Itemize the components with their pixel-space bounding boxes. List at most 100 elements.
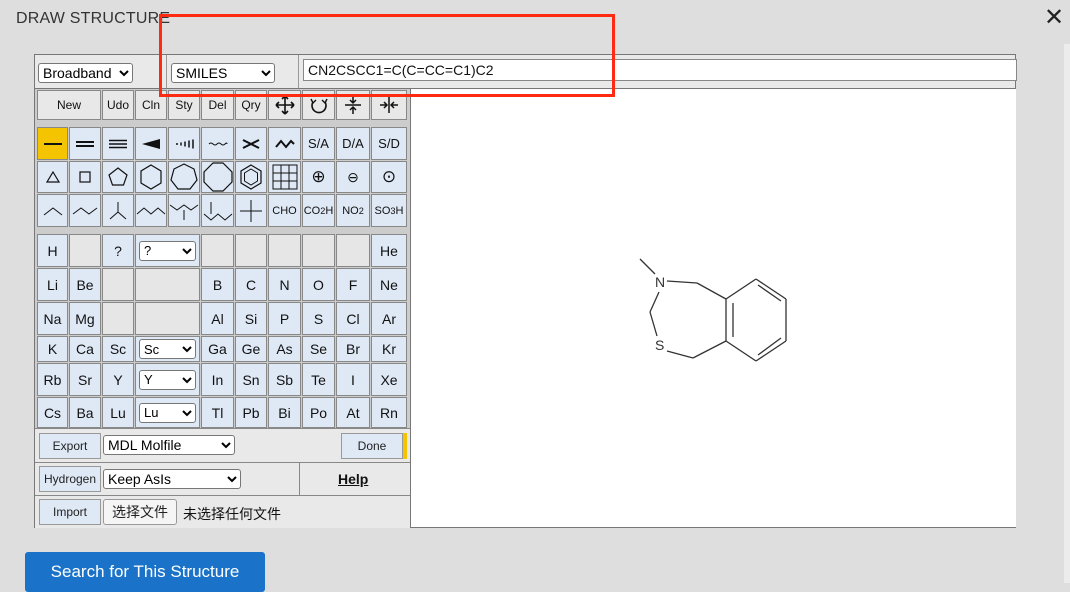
cho-button[interactable]: CHO	[268, 194, 301, 227]
element-ne[interactable]: Ne	[371, 268, 407, 301]
minus-charge-icon[interactable]: ⊖	[336, 161, 370, 193]
pentagon-ring-icon[interactable]	[102, 161, 134, 193]
flip-horizontal-icon[interactable]	[371, 90, 407, 120]
tri-branch-icon[interactable]	[102, 194, 134, 227]
element-lu[interactable]: Lu	[102, 397, 134, 428]
export-button[interactable]: Export	[39, 433, 101, 459]
element-bi[interactable]: Bi	[268, 397, 301, 428]
rotate-icon[interactable]	[302, 90, 335, 120]
element-p[interactable]: P	[268, 302, 301, 335]
element-n[interactable]: N	[268, 268, 301, 301]
element-li[interactable]: Li	[37, 268, 68, 301]
element-b[interactable]: B	[201, 268, 234, 301]
wedge-bond-icon[interactable]	[135, 127, 167, 160]
no2-button[interactable]: NO 2	[336, 194, 370, 227]
element-te[interactable]: Te	[302, 363, 335, 396]
element-ar[interactable]: Ar	[371, 302, 407, 335]
element-at[interactable]: At	[336, 397, 370, 428]
element-na[interactable]: Na	[37, 302, 68, 335]
double-bond-icon[interactable]	[69, 127, 101, 160]
triple-bond-icon[interactable]	[102, 127, 134, 160]
element-xe[interactable]: Xe	[371, 363, 407, 396]
element-sr[interactable]: Sr	[69, 363, 101, 396]
element-h[interactable]: H	[37, 234, 68, 267]
benzene-ring-icon[interactable]	[235, 161, 267, 193]
element-query-button[interactable]: ?	[102, 234, 134, 267]
chain-three-icon[interactable]	[69, 194, 101, 227]
element-ba[interactable]: Ba	[69, 397, 101, 428]
style-button[interactable]: Sty	[168, 90, 200, 120]
export-format-select[interactable]: MDL Molfile	[103, 435, 235, 455]
smiles-input[interactable]	[303, 59, 1017, 81]
element-cl[interactable]: Cl	[336, 302, 370, 335]
scrollbar[interactable]	[1064, 44, 1070, 583]
element-dropdown[interactable]: Y	[139, 369, 196, 390]
element-dropdown[interactable]: Sc	[139, 339, 196, 359]
element-rb[interactable]: Rb	[37, 363, 68, 396]
help-link[interactable]: Help	[338, 471, 368, 487]
flip-vertical-icon[interactable]	[336, 90, 370, 120]
octagon-ring-icon[interactable]	[201, 161, 234, 193]
clean-button[interactable]: Cln	[135, 90, 167, 120]
element-select-sc[interactable]: Sc	[135, 336, 200, 362]
choose-file-button[interactable]: 选择文件	[103, 499, 177, 525]
so3h-button[interactable]: SO 3 H	[371, 194, 407, 227]
chain-four-icon[interactable]	[135, 194, 167, 227]
drawing-canvas[interactable]: N S	[410, 89, 1016, 527]
element-ga[interactable]: Ga	[201, 336, 234, 362]
element-dropdown[interactable]: ?	[139, 240, 196, 261]
element-sb[interactable]: Sb	[268, 363, 301, 396]
element-i[interactable]: I	[336, 363, 370, 396]
element-ge[interactable]: Ge	[235, 336, 267, 362]
element-sn[interactable]: Sn	[235, 363, 267, 396]
sa-button[interactable]: S/A	[302, 127, 335, 160]
mode-select[interactable]: Broadband	[38, 63, 133, 83]
element-be[interactable]: Be	[69, 268, 101, 301]
grid-template-icon[interactable]	[268, 161, 301, 193]
element-dropdown[interactable]: Lu	[139, 402, 196, 423]
element-f[interactable]: F	[336, 268, 370, 301]
element-c[interactable]: C	[235, 268, 267, 301]
delete-button[interactable]: Del	[201, 90, 234, 120]
wavy-bond-icon[interactable]	[201, 127, 234, 160]
square-ring-icon[interactable]	[69, 161, 101, 193]
element-al[interactable]: Al	[201, 302, 234, 335]
element-ca[interactable]: Ca	[69, 336, 101, 362]
chain-two-icon[interactable]	[37, 194, 68, 227]
radical-icon[interactable]: ⊙	[371, 161, 407, 193]
da-button[interactable]: D/A	[336, 127, 370, 160]
element-cs[interactable]: Cs	[37, 397, 68, 428]
undo-button[interactable]: Udo	[102, 90, 134, 120]
heptagon-ring-icon[interactable]	[168, 161, 200, 193]
element-select-lu[interactable]: Lu	[135, 397, 200, 428]
element-he[interactable]: He	[371, 234, 407, 267]
search-structure-button[interactable]: Search for This Structure	[25, 552, 265, 592]
move-icon[interactable]	[268, 90, 301, 120]
element-si[interactable]: Si	[235, 302, 267, 335]
format-select[interactable]: SMILES	[171, 63, 275, 83]
isobutyl-branch-icon[interactable]	[168, 194, 200, 227]
single-bond-icon[interactable]	[37, 127, 68, 160]
element-tl[interactable]: Tl	[201, 397, 234, 428]
tbutyl-branch-icon[interactable]	[201, 194, 234, 227]
element-in[interactable]: In	[201, 363, 234, 396]
element-sc[interactable]: Sc	[102, 336, 134, 362]
element-select-q[interactable]: ?	[135, 234, 200, 267]
element-as[interactable]: As	[268, 336, 301, 362]
element-k[interactable]: K	[37, 336, 68, 362]
query-button[interactable]: Qry	[235, 90, 267, 120]
element-rn[interactable]: Rn	[371, 397, 407, 428]
cross-branch-icon[interactable]	[235, 194, 267, 227]
element-mg[interactable]: Mg	[69, 302, 101, 335]
hexagon-ring-icon[interactable]	[135, 161, 167, 193]
new-button[interactable]: New	[37, 90, 101, 120]
element-kr[interactable]: Kr	[371, 336, 407, 362]
hydrogen-mode-select[interactable]: Keep AsIs	[103, 469, 241, 489]
element-o[interactable]: O	[302, 268, 335, 301]
element-select-y[interactable]: Y	[135, 363, 200, 396]
import-button[interactable]: Import	[39, 499, 101, 525]
triangle-ring-icon[interactable]	[37, 161, 68, 193]
cross-bond-icon[interactable]	[235, 127, 267, 160]
element-pb[interactable]: Pb	[235, 397, 267, 428]
sd-button[interactable]: S/D	[371, 127, 407, 160]
